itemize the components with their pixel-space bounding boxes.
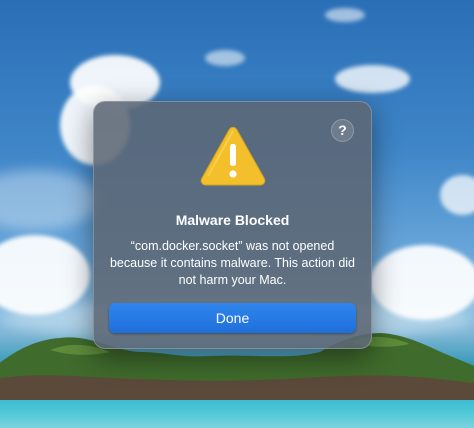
dialog-message: “com.docker.socket” was not opened becau… <box>109 239 356 287</box>
desktop-wallpaper: ? Malware Blocked “com.docker.socket” wa… <box>0 0 474 428</box>
wallpaper-cloud <box>205 50 245 66</box>
wallpaper-cloud <box>325 8 365 22</box>
wallpaper-haze <box>0 170 100 230</box>
wallpaper-cloud <box>335 65 410 93</box>
dialog-title: Malware Blocked <box>175 212 290 228</box>
done-button[interactable]: Done <box>109 303 356 333</box>
warning-triangle-icon <box>200 126 266 186</box>
wallpaper-cloud <box>0 235 90 315</box>
malware-blocked-dialog: ? Malware Blocked “com.docker.socket” wa… <box>93 101 372 349</box>
wallpaper-cloud <box>440 175 474 215</box>
help-button[interactable]: ? <box>331 119 354 142</box>
